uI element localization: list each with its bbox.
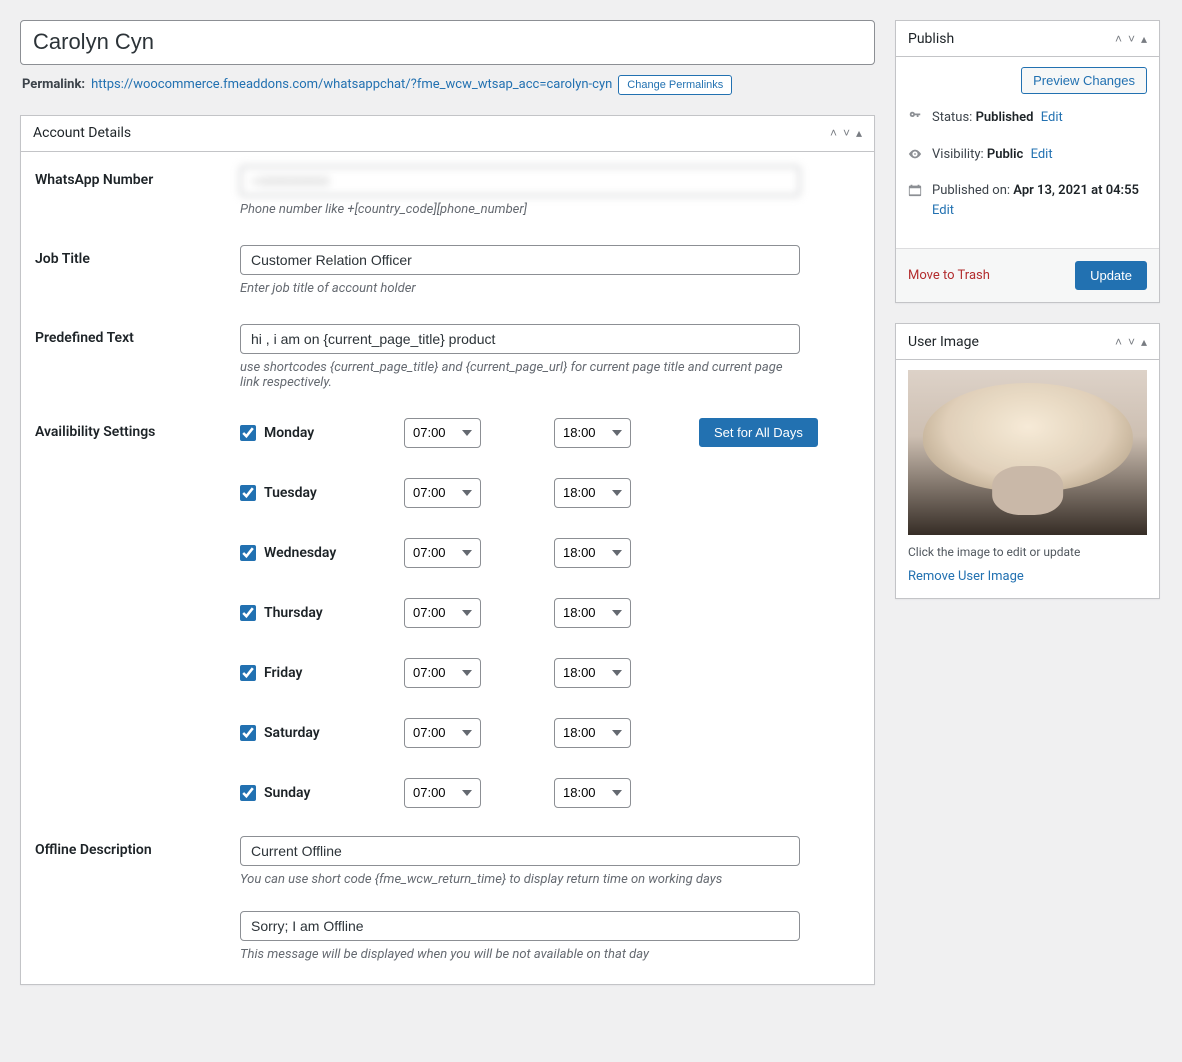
day-label: Friday [264,665,302,681]
availability-row: Wednesday 07:00 18:00 [240,538,860,568]
availability-label: Availibility Settings [35,418,240,808]
whatsapp-number-label: WhatsApp Number [35,166,240,217]
status-value: Published [976,110,1034,125]
toggle-icon[interactable]: ▴ [1141,336,1147,348]
time-from-select[interactable]: 07:00 [404,598,481,628]
day-label: Saturday [264,725,320,741]
time-from-select[interactable]: 07:00 [404,658,481,688]
day-label: Wednesday [264,545,336,561]
time-from-select[interactable]: 07:00 [404,778,481,808]
time-from-select[interactable]: 07:00 [404,478,481,508]
time-to-select[interactable]: 18:00 [554,718,631,748]
visibility-label: Visibility: [932,147,984,162]
status-label: Status: [932,110,972,125]
permalink-row: Permalink: https://woocommerce.fmeaddons… [22,75,873,95]
whatsapp-number-help: Phone number like +[country_code][phone_… [240,202,800,217]
day-checkbox[interactable] [240,785,256,801]
user-image-box: User Image ˄ ˅ ▴ Click the image to edit… [895,323,1160,599]
offline-desc-input-1[interactable] [240,836,800,866]
time-to-select[interactable]: 18:00 [554,598,631,628]
user-image-caption: Click the image to edit or update [908,545,1147,559]
update-button[interactable]: Update [1075,261,1147,290]
set-all-days-button[interactable]: Set for All Days [699,418,818,447]
published-on-value: Apr 13, 2021 at 04:55 [1013,183,1139,198]
day-checkbox[interactable] [240,725,256,741]
day-checkbox[interactable] [240,545,256,561]
remove-user-image-link[interactable]: Remove User Image [908,569,1147,584]
time-from-select[interactable]: 07:00 [404,718,481,748]
account-details-heading: Account Details [33,125,131,141]
day-label: Tuesday [264,485,317,501]
published-on-label: Published on: [932,183,1010,198]
move-down-icon[interactable]: ˅ [1128,33,1135,45]
offline-desc-help-1: You can use short code {fme_wcw_return_t… [240,872,800,887]
availability-row: Sunday 07:00 18:00 [240,778,860,808]
time-from-select[interactable]: 07:00 [404,538,481,568]
time-to-select[interactable]: 18:00 [554,658,631,688]
time-to-select[interactable]: 18:00 [554,538,631,568]
move-down-icon[interactable]: ˅ [1128,336,1135,348]
move-to-trash-link[interactable]: Move to Trash [908,268,990,283]
key-icon [908,110,924,131]
publish-box: Publish ˄ ˅ ▴ Preview Changes Status: [895,20,1160,303]
edit-status-link[interactable]: Edit [1041,110,1063,125]
job-title-input[interactable] [240,245,800,275]
calendar-icon [908,183,924,204]
day-label: Thursday [264,605,323,621]
job-title-help: Enter job title of account holder [240,281,800,296]
time-to-select[interactable]: 18:00 [554,778,631,808]
preview-changes-button[interactable]: Preview Changes [1021,67,1147,94]
eye-icon [908,147,924,168]
day-checkbox[interactable] [240,425,256,441]
availability-row: Saturday 07:00 18:00 [240,718,860,748]
day-checkbox[interactable] [240,485,256,501]
predefined-text-label: Predefined Text [35,324,240,390]
publish-heading: Publish [908,31,954,47]
day-label: Sunday [264,785,310,801]
availability-row: Tuesday 07:00 18:00 [240,478,860,508]
user-image-thumbnail[interactable] [908,370,1147,535]
move-up-icon[interactable]: ˄ [830,127,837,139]
offline-desc-help-2: This message will be displayed when you … [240,947,800,962]
time-to-select[interactable]: 18:00 [554,478,631,508]
user-image-heading: User Image [908,334,979,350]
whatsapp-number-input[interactable] [240,166,800,196]
job-title-label: Job Title [35,245,240,296]
toggle-icon[interactable]: ▴ [1141,33,1147,45]
account-details-box: Account Details ˄ ˅ ▴ WhatsApp Number Ph… [20,115,875,985]
toggle-icon[interactable]: ▴ [856,127,862,139]
offline-desc-input-2[interactable] [240,911,800,941]
time-from-select[interactable]: 07:00 [404,418,481,448]
permalink-label: Permalink: [22,77,85,92]
availability-row: Thursday 07:00 18:00 [240,598,860,628]
day-checkbox[interactable] [240,605,256,621]
move-up-icon[interactable]: ˄ [1115,33,1122,45]
edit-visibility-link[interactable]: Edit [1031,147,1053,162]
move-down-icon[interactable]: ˅ [843,127,850,139]
time-to-select[interactable]: 18:00 [554,418,631,448]
offline-desc-label: Offline Description [35,836,240,962]
move-up-icon[interactable]: ˄ [1115,336,1122,348]
change-permalinks-button[interactable]: Change Permalinks [618,75,732,95]
predefined-text-input[interactable] [240,324,800,354]
permalink-url[interactable]: https://woocommerce.fmeaddons.com/whatsa… [91,77,612,92]
day-label: Monday [264,425,314,441]
visibility-value: Public [987,147,1023,162]
day-checkbox[interactable] [240,665,256,681]
predefined-text-help: use shortcodes {current_page_title} and … [240,360,800,390]
edit-date-link[interactable]: Edit [932,203,954,218]
post-title-input[interactable] [20,20,875,65]
availability-row: Friday 07:00 18:00 [240,658,860,688]
availability-row: Monday 07:00 18:00 Set for All Days [240,418,860,448]
